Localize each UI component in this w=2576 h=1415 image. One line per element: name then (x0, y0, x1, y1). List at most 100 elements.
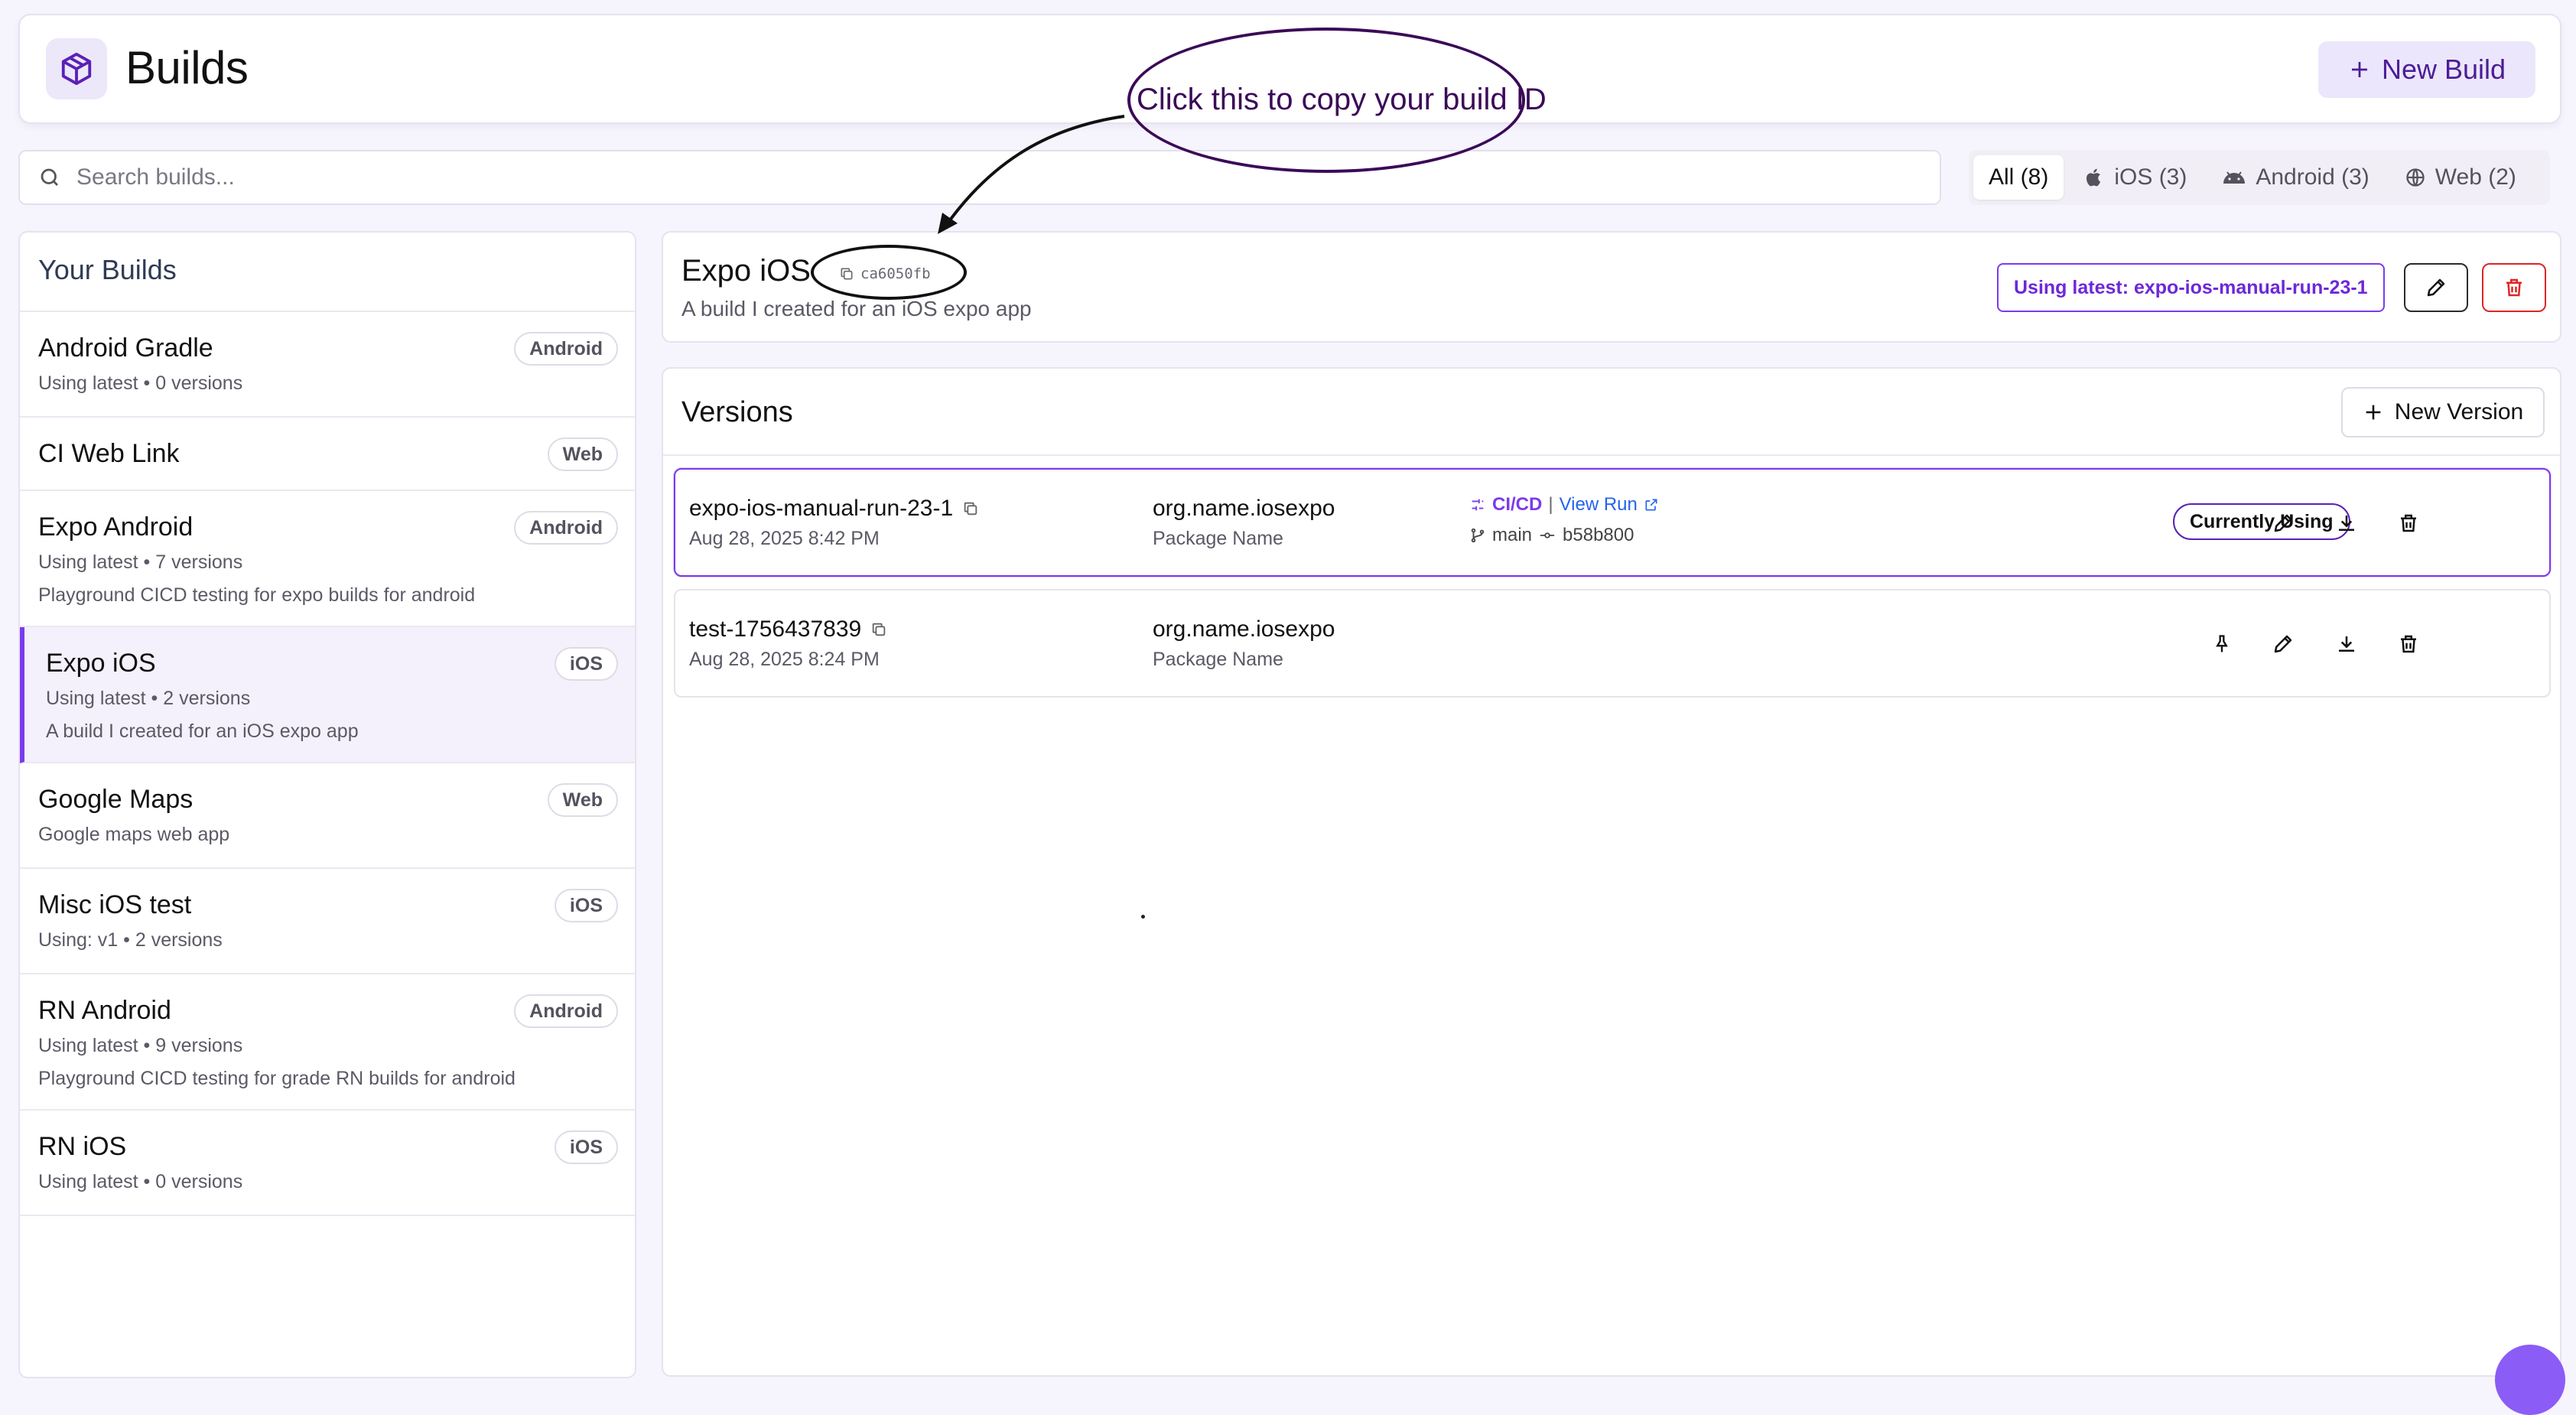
build-description: Google maps web app (38, 824, 230, 845)
filter-android-tab[interactable]: Android (3) (2207, 155, 2384, 200)
version-date: Aug 28, 2025 8:24 PM (689, 649, 880, 670)
download-version-button[interactable] (2330, 506, 2363, 540)
build-name: Misc iOS test (38, 890, 192, 919)
delete-version-button[interactable] (2392, 506, 2425, 540)
separator: | (1548, 494, 1553, 515)
globe-icon (2406, 168, 2425, 187)
delete-version-button[interactable] (2392, 627, 2425, 661)
platform-tag: Android (514, 511, 618, 545)
version-name-group: test-1756437839 (689, 616, 887, 642)
ci-icon (1472, 499, 1484, 511)
package-label: Package Name (1153, 649, 1283, 670)
version-row[interactable]: test-1756437839 Aug 28, 2025 8:24 PM org… (674, 589, 2551, 698)
commit-hash: b58b800 (1563, 525, 1634, 545)
build-meta: Using latest • 7 versions (38, 551, 243, 573)
git-branch-icon (1471, 528, 1485, 543)
download-icon (2339, 516, 2354, 531)
apple-icon (2086, 168, 2101, 187)
search-bar[interactable] (18, 150, 1941, 205)
build-detail-description: A build I created for an iOS expo app (681, 297, 1032, 320)
pin-icon (2216, 635, 2228, 652)
annotation-text: Click this to copy your build ID (1137, 83, 1547, 116)
sidebar-item-expo-android[interactable]: Expo Android Using latest • 7 versions P… (20, 491, 635, 627)
build-meta: Using latest • 2 versions (46, 688, 251, 709)
build-description: Playground CICD testing for expo builds … (38, 584, 476, 606)
trash-icon (2401, 514, 2416, 532)
new-build-button[interactable]: New Build (2318, 41, 2535, 98)
build-description: Playground CICD testing for grade RN bui… (38, 1068, 516, 1089)
edit-version-button[interactable] (2266, 627, 2300, 661)
package-id: org.name.iosexpo (1153, 496, 1335, 521)
filter-ios-tab[interactable]: iOS (3) (2068, 155, 2202, 200)
edit-build-button[interactable] (2404, 263, 2468, 312)
build-description: A build I created for an iOS expo app (46, 721, 359, 742)
ci-label: CI/CD (1492, 494, 1543, 515)
platform-filter-tabs: All (8) iOS (3) Android (3) Web (2) (1969, 150, 2550, 205)
currently-using-badge: Currently Using (2173, 503, 2350, 540)
sidebar-item-expo-ios[interactable]: Expo iOS Using latest • 2 versions A bui… (20, 627, 635, 763)
sidebar-item-rn-android[interactable]: RN Android Using latest • 9 versions Pla… (20, 974, 635, 1111)
versions-title: Versions (681, 396, 793, 428)
search-input[interactable] (75, 164, 1834, 191)
package-icon (46, 38, 107, 99)
pencil-icon (2274, 635, 2292, 653)
plus-icon (2366, 405, 2381, 420)
plus-icon (2351, 62, 2367, 77)
pencil-icon (2427, 278, 2445, 297)
platform-tag: Android (514, 332, 618, 366)
build-id-highlight-circle (811, 245, 967, 300)
build-name: RN iOS (38, 1132, 127, 1161)
sidebar-item-rn-ios[interactable]: RN iOS Using latest • 0 versions iOS (20, 1111, 635, 1216)
download-version-button[interactable] (2330, 627, 2363, 661)
build-meta: Using latest • 0 versions (38, 1171, 243, 1192)
versions-header: Versions New Version (663, 369, 2560, 456)
external-link-icon[interactable] (1644, 497, 1659, 512)
new-version-button[interactable]: New Version (2341, 387, 2545, 438)
edit-version-button[interactable] (2266, 506, 2300, 540)
page-title: Builds (125, 42, 249, 93)
version-name: expo-ios-manual-run-23-1 (689, 496, 954, 521)
help-fab-button[interactable] (2495, 1345, 2565, 1415)
filter-android-label: Android (3) (2256, 164, 2369, 190)
sidebar-title: Your Builds (20, 233, 635, 312)
platform-tag: Web (547, 438, 618, 471)
copy-icon[interactable] (962, 500, 979, 517)
pencil-icon (2274, 514, 2292, 532)
delete-build-button[interactable] (2482, 263, 2546, 312)
latest-version-badge: Using latest: expo-ios-manual-run-23-1 (1997, 263, 2385, 312)
version-date: Aug 28, 2025 8:42 PM (689, 528, 880, 549)
build-meta: Using latest • 0 versions (38, 372, 243, 394)
sidebar-item-misc-ios-test[interactable]: Misc iOS test Using: v1 • 2 versions iOS (20, 869, 635, 974)
branch-name: main (1492, 525, 1533, 545)
platform-tag: Android (514, 994, 618, 1028)
sidebar-item-google-maps[interactable]: Google Maps Google maps web app Web (20, 763, 635, 869)
platform-tag: iOS (554, 1130, 618, 1164)
platform-tag: Web (547, 783, 618, 817)
view-run-link[interactable]: View Run (1560, 494, 1638, 516)
new-version-label: New Version (2394, 399, 2524, 424)
pin-version-button[interactable] (2205, 627, 2239, 661)
versions-panel: Versions New Version expo-ios-manual-run… (662, 367, 2561, 1377)
package-label: Package Name (1153, 528, 1283, 549)
version-name-group: expo-ios-manual-run-23-1 (689, 496, 979, 522)
package-id: org.name.iosexpo (1153, 616, 1335, 642)
download-icon (2339, 636, 2354, 652)
build-name: Expo iOS (46, 649, 156, 678)
filter-all-tab[interactable]: All (8) (1973, 155, 2064, 200)
filter-all-label: All (8) (1989, 164, 2049, 190)
build-meta: Using: v1 • 2 versions (38, 929, 223, 951)
stray-dot (1141, 915, 1145, 919)
version-name: test-1756437839 (689, 616, 862, 642)
filter-ios-label: iOS (3) (2114, 164, 2187, 190)
sidebar-item-android-gradle[interactable]: Android Gradle Using latest • 0 versions… (20, 312, 635, 418)
build-name: Google Maps (38, 785, 194, 814)
builds-sidebar: Your Builds Android Gradle Using latest … (18, 231, 636, 1378)
filter-web-label: Web (2) (2435, 164, 2516, 190)
trash-icon (2506, 278, 2522, 297)
build-detail-title: Expo iOS (681, 254, 811, 288)
version-row-current[interactable]: expo-ios-manual-run-23-1 Aug 28, 2025 8:… (674, 468, 2551, 577)
filter-web-tab[interactable]: Web (2) (2389, 155, 2532, 200)
sidebar-item-ci-web-link[interactable]: CI Web Link Web (20, 418, 635, 491)
copy-icon[interactable] (870, 621, 887, 638)
search-icon (41, 168, 58, 186)
